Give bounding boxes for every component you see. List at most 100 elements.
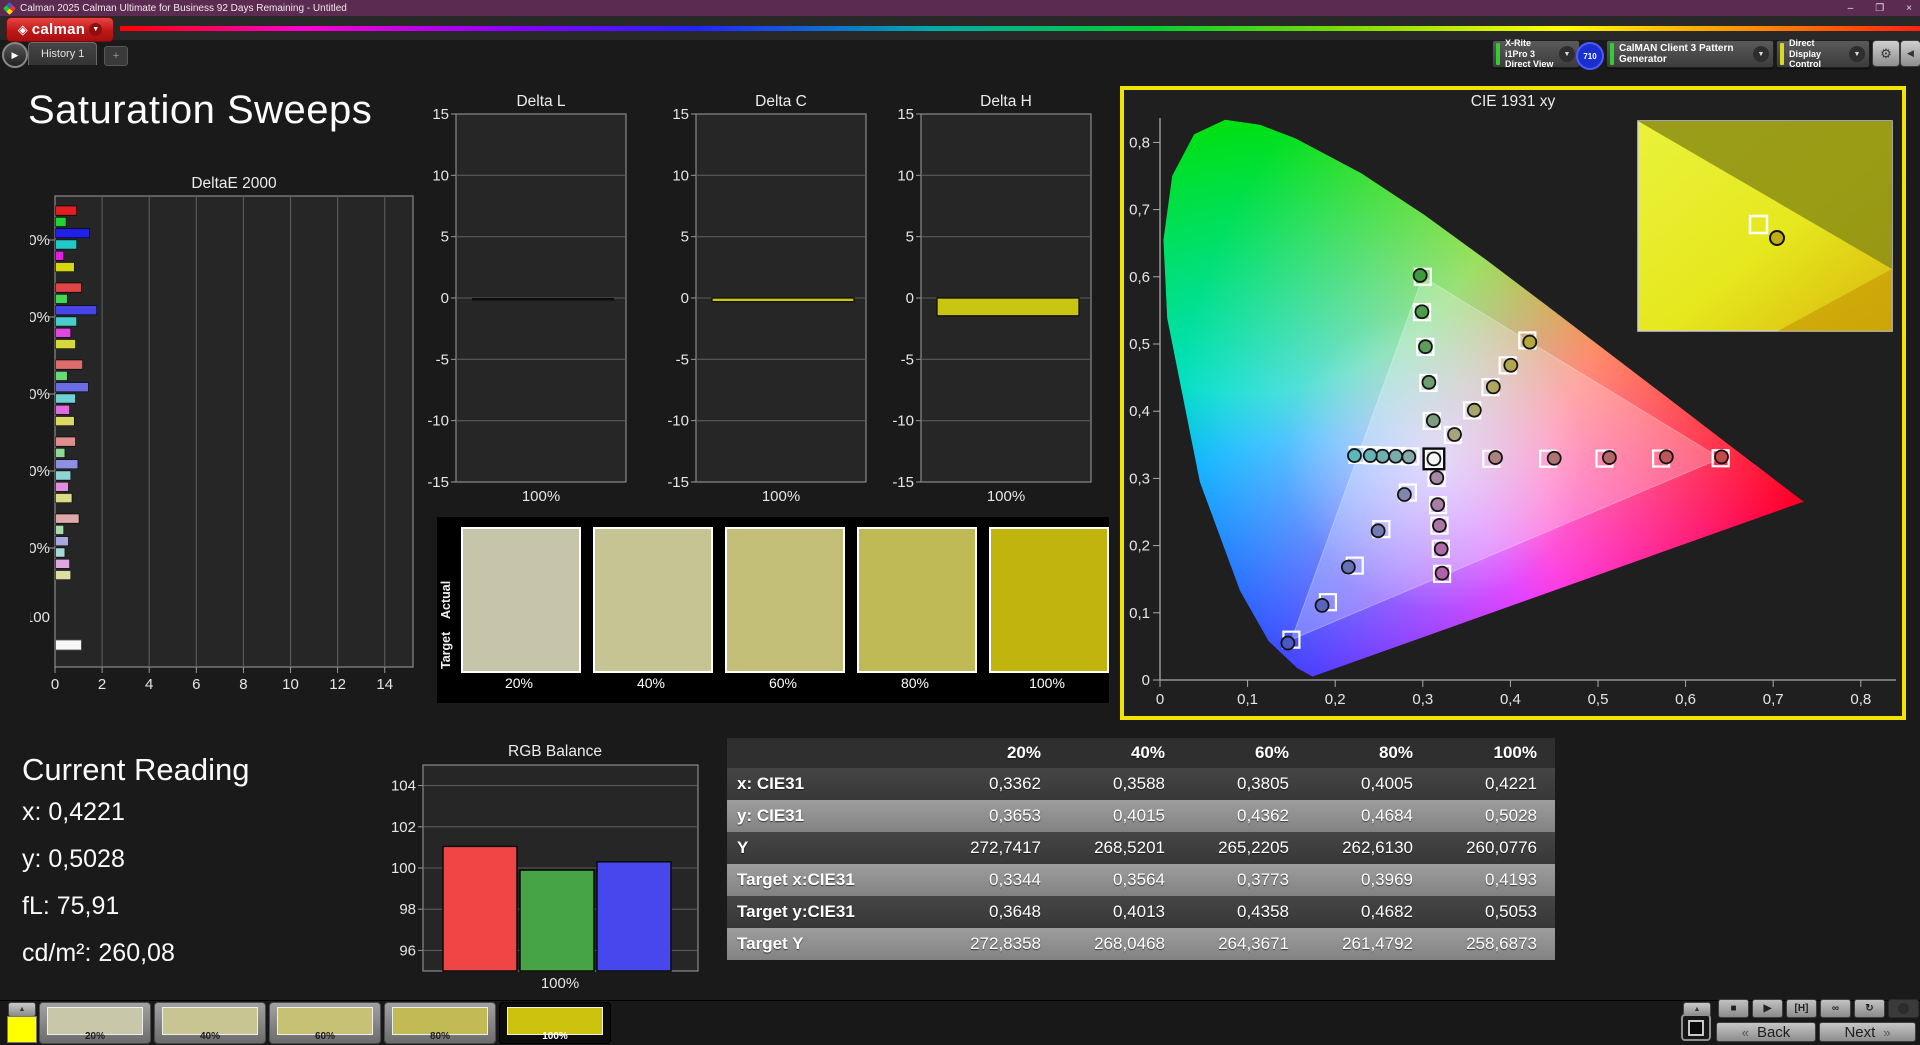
next-button[interactable]: Next »	[1819, 1022, 1916, 1042]
svg-text:0,2: 0,2	[1325, 691, 1346, 708]
table-cell: 268,0468	[1094, 934, 1165, 953]
delta-h-chart: Delta H -15 -10 -5 0 5 10 15 100%	[892, 93, 1092, 505]
current-pattern-swatch[interactable]	[7, 1016, 37, 1043]
table-cell: 0,3588	[1113, 774, 1165, 793]
chevron-down-icon: ▼	[1559, 46, 1575, 62]
saturation-swatch-60%	[725, 527, 845, 673]
meter-dropdown[interactable]: X-Rite i1Pro 3 Direct View ▼	[1492, 38, 1580, 69]
deltae-2000-chart: DeltaE 2000 0 2 4 6 8 10 12 14 100% 80% 60% 40% 20% 10…	[30, 175, 414, 693]
chevron-up-icon: ▲	[18, 1006, 26, 1013]
spectrum-divider	[120, 26, 1920, 31]
column-header: 20%	[1006, 743, 1041, 762]
svg-text:0: 0	[906, 290, 914, 307]
svg-text:-15: -15	[427, 474, 449, 491]
continuous-button[interactable]: ∞	[1820, 999, 1851, 1018]
app-icon	[3, 1, 16, 15]
close-button[interactable]: ×	[1906, 3, 1912, 14]
chevron-up-icon: ▲	[1693, 1006, 1701, 1013]
display-control-dropdown[interactable]: Direct Display Control ▼	[1776, 38, 1870, 69]
svg-text:-5: -5	[901, 351, 914, 368]
pattern-button-40%[interactable]: 40%	[154, 1002, 266, 1044]
table-cell: 0,4221	[1485, 774, 1537, 793]
svg-text:4: 4	[145, 676, 153, 693]
pattern-button-20%[interactable]: 20%	[39, 1002, 151, 1044]
table-cell: 262,6130	[1342, 838, 1413, 857]
row-label: y: CIE31	[737, 806, 805, 825]
meter-mode-badge[interactable]: 710	[1576, 42, 1604, 70]
svg-text:0,7: 0,7	[1129, 202, 1150, 219]
svg-text:0: 0	[1142, 672, 1150, 689]
table-cell: 0,3564	[1113, 870, 1165, 889]
svg-text:8: 8	[239, 676, 247, 693]
svg-text:40%: 40%	[30, 463, 50, 480]
svg-text:0: 0	[51, 676, 59, 693]
table-cell: 0,5053	[1485, 902, 1537, 921]
row-label: Y	[737, 838, 749, 857]
maximize-button[interactable]: ❐	[1875, 3, 1884, 14]
disabled-transport-slot	[1888, 999, 1919, 1018]
svg-text:0: 0	[441, 290, 449, 307]
table-cell: 0,4684	[1361, 806, 1413, 825]
pattern-window-button[interactable]	[1681, 1014, 1711, 1041]
table-cell: 272,8358	[970, 934, 1041, 953]
chevron-left-icon: ◀	[1907, 48, 1914, 58]
loop-button[interactable]: ↻	[1854, 999, 1885, 1018]
pattern-button-100%[interactable]: 100%	[499, 1002, 611, 1044]
table-cell: 0,4682	[1361, 902, 1413, 921]
pattern-source-dropdown[interactable]: CalMAN Client 3 Pattern Generator ▼	[1606, 40, 1774, 68]
new-tab-button[interactable]: +	[104, 46, 128, 66]
svg-text:RGB Balance: RGB Balance	[508, 743, 602, 760]
column-header: 40%	[1130, 743, 1165, 762]
reading-fl: fL: 75,91	[22, 892, 120, 920]
svg-text:-5: -5	[436, 351, 449, 368]
calman-logo-icon: ◈	[17, 22, 28, 37]
svg-text:100: 100	[30, 609, 50, 626]
pattern-button-80%[interactable]: 80%	[384, 1002, 496, 1044]
stop-icon	[1688, 1019, 1704, 1036]
svg-text:Delta H: Delta H	[980, 93, 1032, 110]
calman-logo-text: calman	[31, 21, 86, 38]
collapse-panel-button[interactable]: ◀	[1900, 40, 1920, 67]
back-button[interactable]: « Back	[1716, 1022, 1816, 1042]
meter-status-indicator	[1496, 43, 1500, 65]
step-button[interactable]: [H]	[1786, 999, 1817, 1018]
svg-text:98: 98	[399, 901, 416, 918]
pattern-button-60%[interactable]: 60%	[269, 1002, 381, 1044]
svg-text:100%: 100%	[30, 232, 50, 249]
stop-button[interactable]: ■	[1718, 999, 1749, 1018]
pattern-label: 20%	[84, 1031, 105, 1042]
svg-text:14: 14	[376, 676, 393, 693]
settings-button[interactable]: ⚙	[1872, 40, 1900, 67]
row-label: x: CIE31	[737, 774, 805, 793]
table-cell: 0,4193	[1485, 870, 1537, 889]
meter-line1: X-Rite i1Pro 3	[1505, 38, 1536, 59]
swatch-label: 20%	[504, 675, 534, 691]
svg-text:-5: -5	[676, 351, 689, 368]
minimize-button[interactable]: –	[1848, 3, 1854, 14]
tab-history-1[interactable]: History 1	[28, 42, 98, 65]
measurement-table: 20% 40% 60% 80% 100% x: CIE31 0,3362 0,3588 0,38…	[727, 738, 1555, 960]
svg-text:104: 104	[391, 778, 416, 795]
svg-text:5: 5	[681, 229, 689, 246]
reading-cdm2: cd/m²: 260,08	[22, 939, 175, 967]
calman-menu-button[interactable]: ◈ calman ▼	[6, 17, 114, 42]
svg-text:15: 15	[897, 106, 914, 123]
svg-text:Delta C: Delta C	[755, 93, 807, 110]
svg-text:0,6: 0,6	[1675, 691, 1696, 708]
svg-text:100%: 100%	[522, 488, 560, 505]
table-cell: 264,3671	[1218, 934, 1289, 953]
svg-text:5: 5	[441, 229, 449, 246]
pattern-bar: ▲ 20% 40% 60% 80% 100% ▲	[0, 1000, 1920, 1045]
play-button[interactable]: ▶	[1752, 999, 1783, 1018]
pattern-options-button[interactable]: ▲	[8, 1002, 36, 1017]
svg-text:0,2: 0,2	[1129, 538, 1150, 555]
actual-target-swatch-strip: Actual Target 20% 40% 60% 80% 100%	[437, 517, 1109, 703]
svg-text:DeltaE 2000: DeltaE 2000	[191, 175, 277, 192]
workflow-nav-button[interactable]: ▶	[2, 42, 28, 68]
saturation-swatch-20%	[461, 527, 581, 673]
saturation-swatch-80%	[857, 527, 977, 673]
svg-text:-10: -10	[892, 413, 914, 430]
svg-text:12: 12	[329, 676, 346, 693]
table-cell: 0,3773	[1237, 870, 1289, 889]
column-header: 100%	[1493, 743, 1537, 762]
